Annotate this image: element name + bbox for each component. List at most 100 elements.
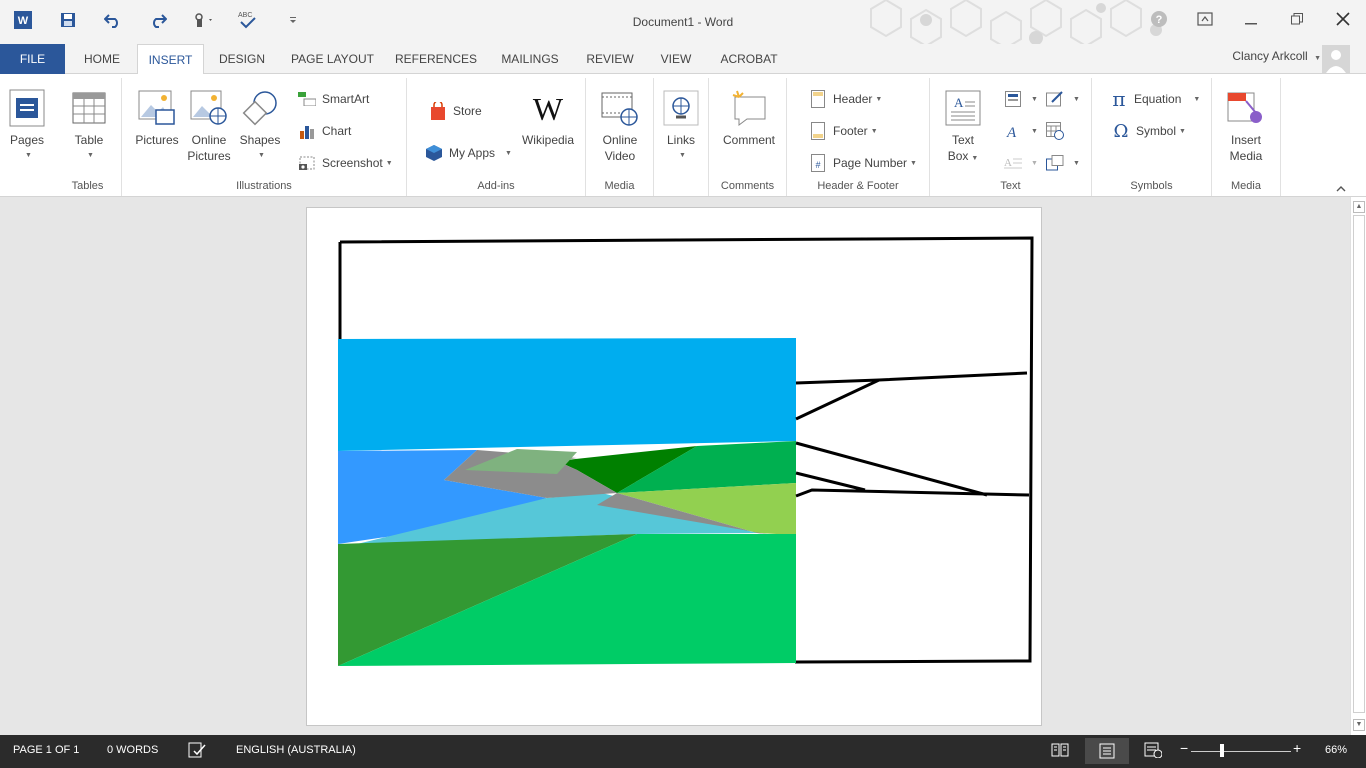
chevron-down-icon: ▼ <box>87 152 94 159</box>
tab-design[interactable]: DESIGN <box>211 44 273 74</box>
document-page[interactable] <box>306 207 1042 726</box>
zoom-slider-track[interactable] <box>1191 751 1291 752</box>
comment-button[interactable]: Comment <box>716 88 782 148</box>
page-number-button[interactable]: # Page Number ▼ <box>809 152 917 174</box>
online-video-button[interactable]: Online Video <box>596 88 644 164</box>
scroll-down-icon[interactable]: ▼ <box>1353 719 1365 731</box>
screenshot-label: Screenshot <box>322 156 383 170</box>
online-pictures-button[interactable]: Online Pictures <box>184 88 234 164</box>
sky-region <box>338 338 796 451</box>
wordart-button[interactable]: A ▼ <box>1004 120 1038 142</box>
tab-review[interactable]: REVIEW <box>582 44 638 74</box>
svg-text:#: # <box>815 160 820 170</box>
read-mode-icon[interactable] <box>1051 742 1069 761</box>
store-bag-icon <box>429 102 447 120</box>
quick-parts-button[interactable]: ▼ <box>1004 88 1038 110</box>
scrollbar-thumb[interactable] <box>1353 215 1365 713</box>
pictures-button[interactable]: Pictures <box>134 88 180 148</box>
table-button[interactable]: Table ▼ <box>64 88 114 164</box>
smartart-label: SmartArt <box>322 92 370 106</box>
footer-icon <box>809 122 827 140</box>
tab-home[interactable]: HOME <box>72 44 132 74</box>
word-count[interactable]: 0 WORDS <box>107 744 158 756</box>
proofing-icon[interactable] <box>188 742 206 761</box>
equation-button[interactable]: π Equation ▼ <box>1110 87 1200 111</box>
drop-cap-icon: A <box>1004 154 1022 172</box>
group-media: Online Video Media <box>586 78 654 196</box>
print-layout-icon[interactable] <box>1085 738 1129 764</box>
document-canvas[interactable] <box>0 197 1350 735</box>
pages-icon <box>7 88 47 128</box>
zoom-slider-thumb[interactable] <box>1220 744 1224 757</box>
chevron-down-icon: ▼ <box>1073 95 1080 103</box>
web-layout-icon[interactable] <box>1144 742 1163 761</box>
date-time-button[interactable] <box>1046 120 1070 142</box>
vertical-scrollbar[interactable]: ▲ ▼ <box>1350 197 1366 735</box>
omega-icon: Ω <box>1113 120 1129 142</box>
ribbon-display-options-icon[interactable] <box>1182 0 1228 38</box>
wikipedia-icon: W <box>528 88 568 128</box>
language[interactable]: ENGLISH (AUSTRALIA) <box>236 744 356 756</box>
scroll-up-icon[interactable]: ▲ <box>1353 201 1365 213</box>
tab-acrobat[interactable]: ACROBAT <box>714 44 784 74</box>
header-button[interactable]: Header ▼ <box>809 88 882 110</box>
pages-button[interactable]: Pages ▼ <box>2 88 52 164</box>
tab-view[interactable]: VIEW <box>652 44 700 74</box>
chevron-down-icon: ▼ <box>1179 127 1186 135</box>
svg-text:A: A <box>1004 157 1012 169</box>
quick-parts-icon <box>1004 90 1022 108</box>
symbol-button[interactable]: Ω Symbol ▼ <box>1112 120 1186 142</box>
text-box-button[interactable]: A Text Box ▼ <box>940 88 986 167</box>
object-button[interactable]: ▼ <box>1046 152 1080 174</box>
online-pictures-icon <box>189 88 229 128</box>
online-pictures-label-2: Pictures <box>187 149 231 163</box>
smartart-icon <box>298 90 316 108</box>
chart-button[interactable]: Chart <box>298 120 351 142</box>
shapes-icon <box>240 88 280 128</box>
drop-cap-button[interactable]: A ▼ <box>1004 152 1038 174</box>
tab-page-layout[interactable]: PAGE LAYOUT <box>285 44 380 74</box>
svg-text:W: W <box>533 91 564 126</box>
svg-text:A: A <box>1006 125 1017 139</box>
online-video-label-1: Online <box>602 133 638 147</box>
smartart-button[interactable]: SmartArt <box>298 88 369 110</box>
group-label-symbols: Symbols <box>1130 180 1173 192</box>
minimize-icon[interactable] <box>1228 0 1274 38</box>
pictures-icon <box>137 88 177 128</box>
group-label-header-footer: Header & Footer <box>817 180 899 192</box>
drawing-landscape[interactable] <box>307 208 1043 727</box>
screenshot-button[interactable]: Screenshot ▼ <box>298 152 393 174</box>
footer-button[interactable]: Footer ▼ <box>809 120 878 142</box>
chevron-down-icon: ▼ <box>875 95 883 103</box>
header-label: Header <box>833 92 873 106</box>
comment-label: Comment <box>722 133 775 147</box>
window-controls: ? <box>1136 0 1366 40</box>
tab-insert[interactable]: INSERT <box>137 44 204 75</box>
tab-references[interactable]: REFERENCES <box>393 44 479 74</box>
wikipedia-button[interactable]: W Wikipedia <box>519 88 577 148</box>
my-apps-button[interactable]: My Apps ▼ <box>425 142 512 164</box>
close-icon[interactable] <box>1320 0 1366 38</box>
store-button[interactable]: Store <box>429 100 482 122</box>
restore-icon[interactable] <box>1274 0 1320 38</box>
table-icon <box>69 88 109 128</box>
user-name[interactable]: Clancy Arkcoll ▼ <box>1232 49 1321 63</box>
insert-media-button[interactable]: Insert Media <box>1222 88 1270 164</box>
signature-line-button[interactable]: ▼ <box>1046 88 1080 110</box>
avatar[interactable] <box>1322 45 1350 73</box>
links-button[interactable]: Links ▼ <box>659 88 703 164</box>
tab-mailings[interactable]: MAILINGS <box>495 44 565 74</box>
zoom-in-icon[interactable]: + <box>1293 740 1301 756</box>
group-comments: Comment Comments <box>709 78 787 196</box>
chevron-up-icon <box>1336 182 1346 196</box>
tab-file[interactable]: FILE <box>0 44 65 74</box>
online-video-label-2: Video <box>604 149 636 163</box>
zoom-level[interactable]: 66% <box>1325 744 1347 756</box>
group-label-insert-media: Media <box>1231 180 1261 192</box>
zoom-out-icon[interactable]: − <box>1180 740 1188 756</box>
text-box-label-2: Box <box>947 149 969 163</box>
chart-label: Chart <box>322 124 352 138</box>
help-icon[interactable]: ? <box>1136 0 1182 38</box>
shapes-button[interactable]: Shapes ▼ <box>236 88 284 164</box>
page-count[interactable]: PAGE 1 OF 1 <box>13 744 79 756</box>
